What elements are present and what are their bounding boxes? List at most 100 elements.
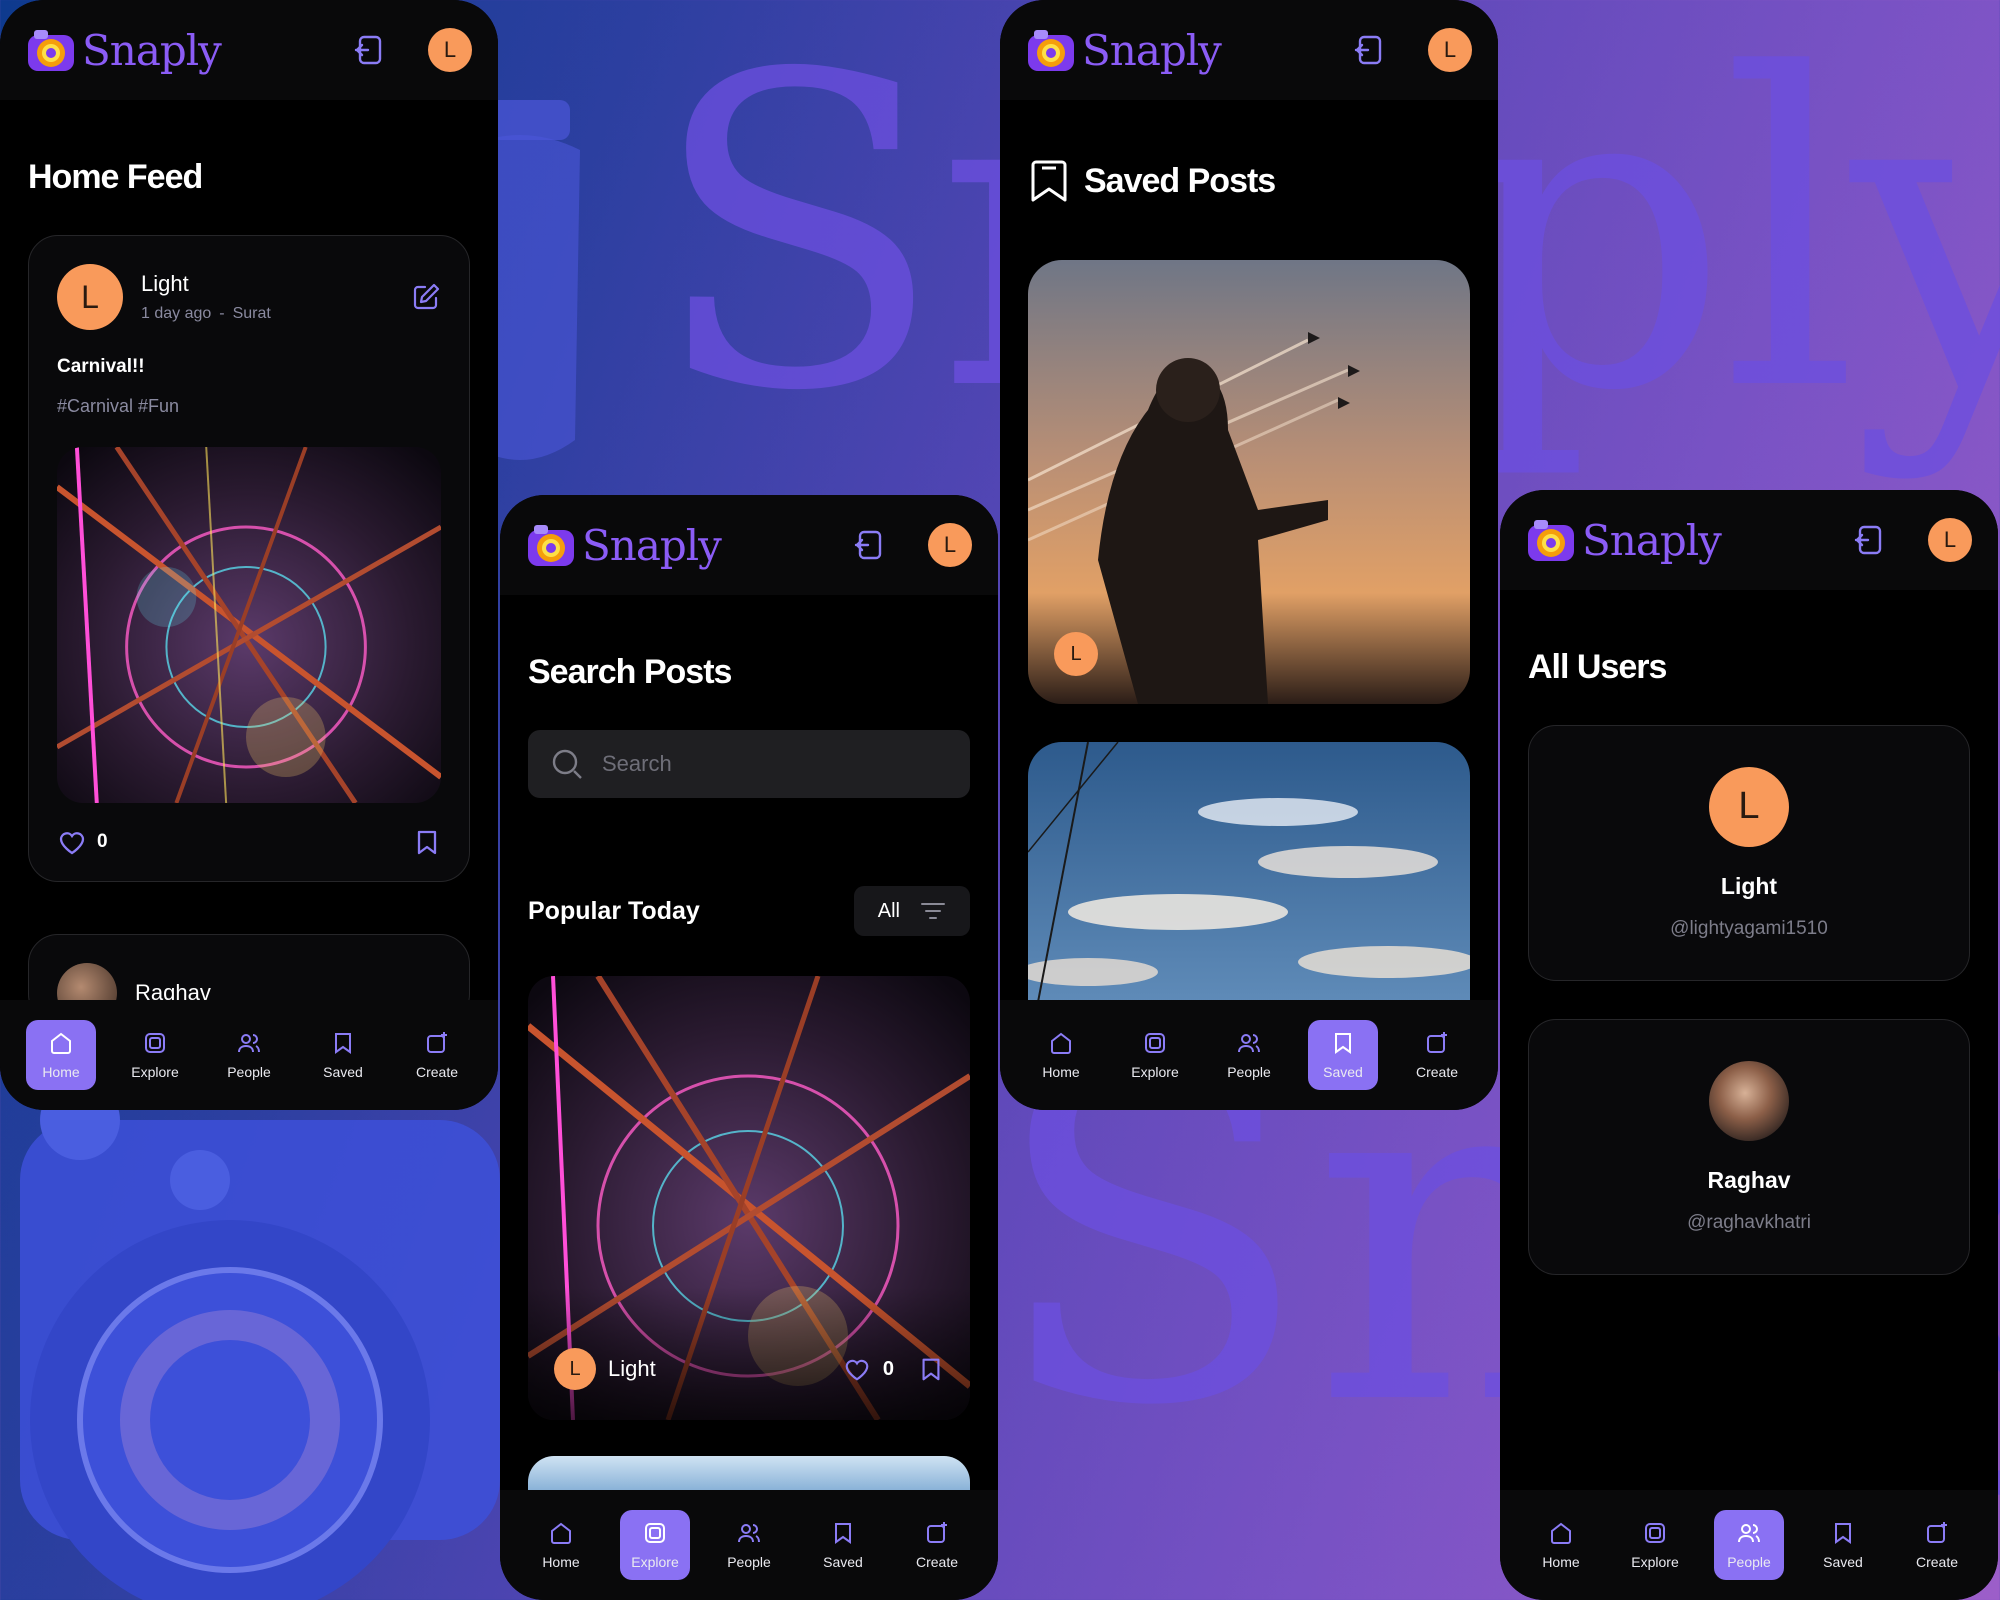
- user-avatar: [1709, 1060, 1789, 1141]
- nav-people[interactable]: People: [1214, 1020, 1284, 1090]
- app-name: Snaply: [582, 520, 722, 570]
- nav-create[interactable]: Create: [902, 1510, 972, 1580]
- search-bar: [528, 730, 970, 798]
- nav-create[interactable]: Create: [1402, 1020, 1472, 1090]
- nav-explore[interactable]: Explore: [1620, 1510, 1690, 1580]
- bottom-nav: Home Explore People Saved Create: [1000, 1000, 1498, 1110]
- bookmark-icon: [1031, 160, 1067, 202]
- search-input[interactable]: [602, 751, 948, 777]
- saved-post-image[interactable]: L: [1028, 260, 1470, 704]
- user-card[interactable]: Raghav @raghavkhatri: [1528, 1019, 1970, 1275]
- create-icon: [1427, 1032, 1447, 1053]
- nav-explore[interactable]: Explore: [620, 1510, 690, 1580]
- user-handle: @lightyagami1510: [1670, 917, 1828, 939]
- explore-screen: Snaply L Search Posts Popular Today All: [500, 495, 998, 1600]
- nav-label: Explore: [1631, 1554, 1679, 1570]
- like-icon[interactable]: [843, 1355, 871, 1383]
- meta-separator: -: [219, 305, 225, 322]
- logout-icon[interactable]: [1352, 32, 1388, 68]
- nav-label: Saved: [1323, 1064, 1363, 1080]
- create-icon: [1927, 1522, 1947, 1543]
- nav-label: Explore: [631, 1554, 679, 1570]
- user-card[interactable]: L Light @lightyagami1510: [1528, 725, 1970, 981]
- nav-people[interactable]: People: [214, 1020, 284, 1090]
- app-name: Snaply: [1082, 25, 1222, 75]
- post-tags: #Carnival #Fun: [57, 396, 180, 416]
- nav-saved[interactable]: Saved: [808, 1510, 878, 1580]
- user-avatar: L: [1709, 766, 1789, 847]
- nav-label: Create: [1915, 1554, 1959, 1570]
- user-handle: @raghavkhatri: [1687, 1211, 1811, 1233]
- filter-dropdown[interactable]: All: [853, 886, 970, 936]
- people-icon: [1738, 1524, 1760, 1543]
- app-logo[interactable]: Snaply: [526, 520, 722, 570]
- bookmark-icon: [1335, 1033, 1351, 1054]
- filter-label: All: [877, 899, 900, 922]
- app-logo[interactable]: Snaply: [1526, 515, 1722, 565]
- profile-avatar[interactable]: L: [1428, 28, 1472, 72]
- nav-home[interactable]: Home: [1026, 1020, 1096, 1090]
- sky-clouds-image: [1028, 742, 1470, 1002]
- nav-label: Saved: [823, 1554, 863, 1570]
- author-avatar[interactable]: L: [57, 264, 123, 330]
- nav-label: Create: [1415, 1064, 1459, 1080]
- bookmark-icon[interactable]: [413, 828, 441, 856]
- profile-avatar[interactable]: L: [928, 523, 972, 567]
- nav-saved[interactable]: Saved: [1808, 1510, 1878, 1580]
- like-icon[interactable]: [57, 827, 87, 857]
- like-count: 0: [97, 831, 108, 852]
- top-bar: Snaply L: [1000, 0, 1498, 100]
- saved-post-image[interactable]: [1028, 742, 1470, 1002]
- author-name[interactable]: Light: [608, 1356, 656, 1382]
- app-name: Snaply: [82, 25, 222, 75]
- nav-label: Saved: [1823, 1554, 1863, 1570]
- page-header: Saved Posts: [1028, 158, 1498, 204]
- background-camera-illustration: [20, 1080, 500, 1600]
- nav-create[interactable]: Create: [402, 1020, 472, 1090]
- create-icon: [927, 1522, 947, 1543]
- nav-saved[interactable]: Saved: [1308, 1020, 1378, 1090]
- bookmark-icon: [835, 1523, 851, 1544]
- author-name[interactable]: Light: [141, 271, 271, 297]
- logout-icon[interactable]: [852, 527, 888, 563]
- camera-logo-icon: [28, 30, 74, 71]
- saved-screen: Snaply L Saved Posts L Home Explore Peop…: [1000, 0, 1498, 1110]
- nav-label: Create: [415, 1064, 459, 1080]
- nav-home[interactable]: Home: [1526, 1510, 1596, 1580]
- home-icon: [1051, 1032, 1071, 1054]
- page-title: All Users: [1528, 648, 1667, 686]
- nav-explore[interactable]: Explore: [1120, 1020, 1190, 1090]
- nav-people[interactable]: People: [714, 1510, 784, 1580]
- nav-people[interactable]: People: [1714, 1510, 1784, 1580]
- app-logo[interactable]: Snaply: [26, 25, 222, 75]
- nav-label: People: [1727, 1554, 1771, 1570]
- camera-logo-icon: [528, 525, 574, 566]
- profile-avatar[interactable]: L: [1928, 518, 1972, 562]
- post-card: L Light 1 day ago - Surat Carnival!! #Carn…: [28, 235, 470, 882]
- nav-home[interactable]: Home: [526, 1510, 596, 1580]
- app-logo[interactable]: Snaply: [1026, 25, 1222, 75]
- nav-create[interactable]: Create: [1902, 1510, 1972, 1580]
- profile-avatar[interactable]: L: [428, 28, 472, 72]
- author-avatar[interactable]: L: [554, 1348, 596, 1390]
- logout-icon[interactable]: [1852, 522, 1888, 558]
- top-bar: Snaply L: [1500, 490, 1998, 590]
- nav-label: Explore: [1131, 1064, 1179, 1080]
- nav-explore[interactable]: Explore: [120, 1020, 190, 1090]
- post-image[interactable]: [57, 447, 441, 803]
- nav-label: Explore: [131, 1064, 179, 1080]
- author-avatar[interactable]: L: [1054, 632, 1098, 676]
- people-screen: Snaply L All Users L Light @lightyagami1…: [1500, 490, 1998, 1600]
- nav-label: Home: [1042, 1064, 1080, 1080]
- post-caption: Carnival!!: [57, 356, 145, 377]
- nav-saved[interactable]: Saved: [308, 1020, 378, 1090]
- post-meta: 1 day ago - Surat: [141, 305, 271, 323]
- nav-label: People: [227, 1064, 271, 1080]
- post-image[interactable]: L Light 0: [528, 976, 970, 1420]
- page-title: Home Feed: [28, 158, 203, 196]
- bookmark-icon[interactable]: [918, 1356, 944, 1382]
- page-title: Saved Posts: [1084, 161, 1276, 200]
- logout-icon[interactable]: [352, 32, 388, 68]
- nav-home[interactable]: Home: [26, 1020, 96, 1090]
- edit-icon[interactable]: [411, 282, 441, 312]
